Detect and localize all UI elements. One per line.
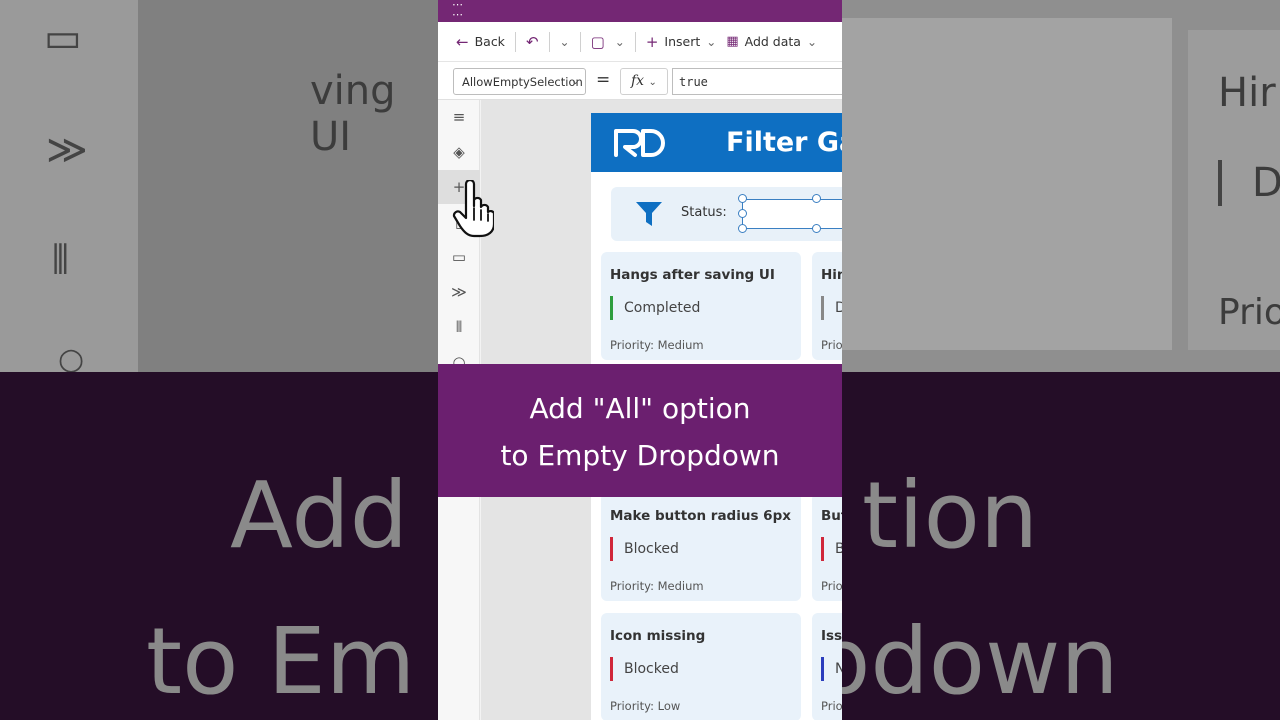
chevron-down-icon: ⌄ <box>806 34 818 49</box>
back-button[interactable]: ← Back <box>456 33 505 51</box>
back-label: Back <box>474 34 505 49</box>
backdrop-caption-2: to Em <box>146 608 416 715</box>
app-header: RD Filter Gal <box>591 113 842 172</box>
resize-handle[interactable] <box>812 224 821 233</box>
app-title: Filter Gal <box>726 127 842 158</box>
command-bar: ← Back ↶ ⌄ ▢ ⌄ + Insert ⌄ ▦ Add data ⌄ <box>438 22 842 62</box>
backdrop-right: Hir D Prio tion pdown <box>842 0 1280 720</box>
toolbar-divider <box>548 31 550 52</box>
power-automate-icon[interactable]: ≫ <box>438 275 480 309</box>
card-priority: Priority: Medium <box>610 579 704 593</box>
resize-handle[interactable] <box>738 194 747 203</box>
backdrop-caption-1: Add <box>230 462 409 569</box>
caption-line-2: to Empty Dropdown <box>500 439 780 472</box>
video-caption: Add "All" option to Empty Dropdown <box>438 364 842 497</box>
card-title: But <box>821 508 842 524</box>
hand-cursor-icon <box>452 180 494 238</box>
property-dropdown[interactable]: AllowEmptySelection ⌄ <box>453 68 586 95</box>
hamburger-menu-icon[interactable]: ≡ <box>438 100 480 134</box>
resize-handle[interactable] <box>812 194 821 203</box>
chevron-down-icon[interactable]: ⌄ <box>615 35 625 49</box>
card-title: Hin <box>821 267 842 283</box>
insert-button[interactable]: + Insert ⌄ <box>646 33 717 51</box>
status-label: Status: <box>681 205 727 220</box>
backdrop-card-status: D <box>1218 160 1280 206</box>
rd-logo: RD <box>614 129 665 157</box>
backdrop-card-priority: Prio <box>1218 292 1280 333</box>
status-dropdown[interactable] <box>742 199 842 229</box>
gallery-card[interactable]: Issu N Prio <box>812 613 842 720</box>
table-icon: ▦ <box>726 34 739 49</box>
card-status: B <box>821 537 842 561</box>
fx-button[interactable]: fx ⌄ <box>620 68 668 95</box>
chevron-down-icon[interactable]: ⌄ <box>560 35 570 49</box>
caption-line-1: Add "All" option <box>529 392 751 425</box>
backdrop-card-title: ving UI <box>310 68 396 160</box>
chevron-down-icon: ⌄ <box>706 34 717 49</box>
card-priority: Priority: Low <box>610 699 681 713</box>
toolbar-divider <box>634 31 636 52</box>
backdrop-panel <box>842 18 1172 350</box>
gallery-card[interactable]: Hangs after saving UI Completed Priority: … <box>601 252 801 360</box>
title-bar: ⋯ ⋯ <box>438 0 842 22</box>
tree-view-icon[interactable]: ◈ <box>438 135 480 169</box>
card-title: Hangs after saving UI <box>610 267 775 283</box>
card-priority: Prio <box>821 699 842 713</box>
arrow-left-icon: ← <box>456 32 469 51</box>
chevron-down-icon: ⌄ <box>570 74 580 87</box>
media-icon: ▭ <box>44 15 82 61</box>
gallery-card[interactable]: Icon missing Blocked Priority: Low <box>601 613 801 720</box>
resize-handle[interactable] <box>738 224 747 233</box>
app-launcher-icon[interactable]: ⋯ ⋯ <box>452 0 464 20</box>
search-icon: ○ <box>58 342 85 377</box>
power-apps-studio: ⋯ ⋯ ← Back ↶ ⌄ ▢ ⌄ + Insert ⌄ ▦ Add data … <box>438 0 842 720</box>
backdrop-panel <box>138 0 438 372</box>
tools-icon[interactable]: ⫴ <box>438 310 480 344</box>
add-data-label: Add data <box>744 34 801 49</box>
plus-icon: + <box>645 32 659 51</box>
property-label: AllowEmptySelection <box>462 75 583 89</box>
undo-icon[interactable]: ↶ <box>526 33 539 51</box>
fx-icon: fx <box>631 73 645 89</box>
media-icon[interactable]: ▭ <box>438 240 480 274</box>
filter-icon <box>636 202 662 226</box>
card-status: Blocked <box>610 537 679 561</box>
card-priority: Prio <box>821 338 842 352</box>
chevron-down-icon: ⌄ <box>648 77 657 88</box>
backdrop-card-title: Hir <box>1218 70 1276 116</box>
card-title: Make button radius 6px <box>610 508 791 524</box>
gallery-card[interactable]: But B Prio <box>812 493 842 601</box>
toolbar-divider <box>579 31 581 52</box>
card-status: Blocked <box>610 657 679 681</box>
formula-input[interactable]: true <box>672 68 842 95</box>
card-status: N <box>821 657 842 681</box>
formula-bar: AllowEmptySelection ⌄ = fx ⌄ true <box>438 62 842 100</box>
add-data-button[interactable]: ▦ Add data ⌄ <box>726 34 817 49</box>
card-status: Completed <box>610 296 700 320</box>
card-title: Issu <box>821 628 842 644</box>
tools-icon: ⫴ <box>52 237 69 283</box>
backdrop-caption-2: pdown <box>842 608 1119 715</box>
resize-handle[interactable] <box>738 209 747 218</box>
filter-bar: Status: <box>611 187 842 241</box>
card-priority: Priority: Medium <box>610 338 704 352</box>
backdrop-left: ▭ ≫ ⫴ ○ ving UI Add to Em <box>0 0 438 720</box>
equals-sign: = <box>596 70 611 90</box>
gallery-card[interactable]: Hin D Prio <box>812 252 842 360</box>
insert-label: Insert <box>664 34 701 49</box>
gallery-card[interactable]: Make button radius 6px Blocked Priority: M… <box>601 493 801 601</box>
card-status: D <box>821 296 842 320</box>
power-automate-icon: ≫ <box>46 127 88 173</box>
card-priority: Prio <box>821 579 842 593</box>
backdrop-caption-1: tion <box>862 462 1039 569</box>
toolbar-divider <box>514 31 516 52</box>
card-title: Icon missing <box>610 628 706 644</box>
paste-icon[interactable]: ▢ <box>591 33 605 51</box>
